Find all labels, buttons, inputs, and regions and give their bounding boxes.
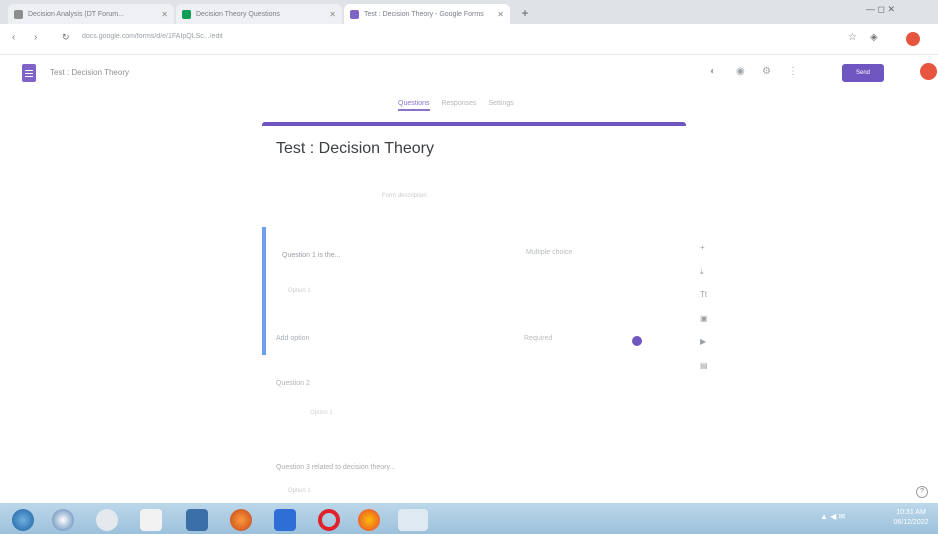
avatar[interactable] bbox=[920, 63, 937, 80]
media-icon[interactable] bbox=[96, 509, 118, 531]
add-option-link[interactable]: Add option bbox=[276, 335, 309, 342]
question-3-text[interactable]: Question 3 related to decision theory... bbox=[276, 464, 395, 471]
form-header-accent bbox=[262, 122, 686, 126]
more-icon[interactable]: ⋮ bbox=[788, 66, 798, 77]
preview-icon[interactable]: ◉ bbox=[736, 66, 745, 77]
question-1-option[interactable]: Option 1 bbox=[288, 288, 311, 294]
window-controls[interactable]: — ◻ ✕ bbox=[866, 4, 895, 15]
palette-icon[interactable]: ◐ bbox=[710, 66, 716, 77]
url-field[interactable]: docs.google.com/forms/d/e/1FAIpQLSc.../e… bbox=[82, 33, 782, 47]
star-icon[interactable]: ☆ bbox=[848, 32, 857, 43]
browser-tab-2[interactable]: Decision Theory Questions ✕ bbox=[176, 4, 342, 24]
tab-favicon-icon bbox=[182, 9, 191, 19]
firefox-icon[interactable] bbox=[230, 509, 252, 531]
close-icon[interactable]: ✕ bbox=[497, 10, 504, 19]
browser-tab-1[interactable]: Decision Analysis (DT Forum... ✕ bbox=[8, 4, 174, 24]
image-icon[interactable]: ▣ bbox=[700, 307, 708, 331]
question-toolbar: + ⤓ Tt ▣ ▶ ▤ bbox=[700, 236, 708, 377]
tab-responses[interactable]: Responses bbox=[441, 100, 476, 107]
section-icon[interactable]: ▤ bbox=[700, 354, 708, 378]
reload-icon[interactable]: ↻ bbox=[62, 32, 70, 43]
question-3-option[interactable]: Option 1 bbox=[288, 488, 311, 494]
new-tab-button[interactable]: + bbox=[518, 6, 532, 20]
chrome-icon[interactable] bbox=[358, 509, 380, 531]
profile-icon[interactable] bbox=[906, 32, 920, 46]
form-title[interactable]: Test : Decision Theory bbox=[276, 140, 434, 158]
close-icon[interactable]: ✕ bbox=[329, 10, 336, 19]
doc-title[interactable]: Test : Decision Theory bbox=[50, 68, 129, 77]
opera-icon[interactable] bbox=[318, 509, 340, 531]
clock[interactable]: 10:31 AM 06/12/2022 bbox=[888, 508, 934, 528]
forward-icon[interactable]: › bbox=[34, 32, 37, 43]
browser-tab-3[interactable]: Test : Decision Theory - Google Forms ✕ bbox=[344, 4, 510, 24]
tab-questions[interactable]: Questions bbox=[398, 100, 430, 111]
settings-icon[interactable]: ⚙ bbox=[762, 66, 771, 77]
form-tabs: Questions Responses Settings bbox=[398, 100, 524, 114]
send-button[interactable]: Send bbox=[842, 64, 884, 82]
explorer-icon[interactable] bbox=[140, 509, 162, 531]
forms-logo-icon[interactable] bbox=[22, 64, 36, 82]
mail-icon[interactable] bbox=[186, 509, 208, 531]
close-icon[interactable]: ✕ bbox=[161, 10, 168, 19]
tab-label: Decision Theory Questions bbox=[196, 10, 280, 18]
question-2-option[interactable]: Option 1 bbox=[310, 410, 333, 416]
form-description[interactable]: Form description bbox=[382, 193, 427, 199]
video-icon[interactable]: ▶ bbox=[700, 330, 708, 354]
tab-label: Test : Decision Theory - Google Forms bbox=[364, 10, 484, 18]
start-icon[interactable] bbox=[12, 509, 34, 531]
tab-label: Decision Analysis (DT Forum... bbox=[28, 10, 124, 18]
question-1-text[interactable]: Question 1 is the... bbox=[282, 252, 340, 259]
back-icon[interactable]: ‹ bbox=[12, 32, 15, 43]
extension-icon[interactable]: ◈ bbox=[870, 32, 878, 43]
add-question-icon[interactable]: + bbox=[700, 236, 708, 260]
required-toggle[interactable] bbox=[632, 336, 642, 346]
ie-icon[interactable] bbox=[52, 509, 74, 531]
question-card-active[interactable] bbox=[262, 227, 690, 355]
system-tray[interactable]: ▲ ◀ ✉ bbox=[820, 512, 845, 521]
question-type-select[interactable]: Multiple choice bbox=[526, 249, 572, 256]
question-2-text[interactable]: Question 2 bbox=[276, 380, 310, 387]
tab-favicon-icon bbox=[350, 9, 359, 19]
clock-date: 06/12/2022 bbox=[893, 519, 929, 526]
tab-settings[interactable]: Settings bbox=[488, 100, 513, 107]
help-icon[interactable]: ? bbox=[916, 486, 928, 498]
ime-icon[interactable] bbox=[398, 509, 428, 531]
import-icon[interactable]: ⤓ bbox=[700, 260, 708, 284]
tab-favicon-icon bbox=[14, 9, 23, 19]
zoom-icon[interactable] bbox=[274, 509, 296, 531]
clock-time: 10:31 AM bbox=[896, 509, 926, 516]
required-label: Required bbox=[524, 335, 553, 342]
title-icon[interactable]: Tt bbox=[700, 283, 708, 307]
